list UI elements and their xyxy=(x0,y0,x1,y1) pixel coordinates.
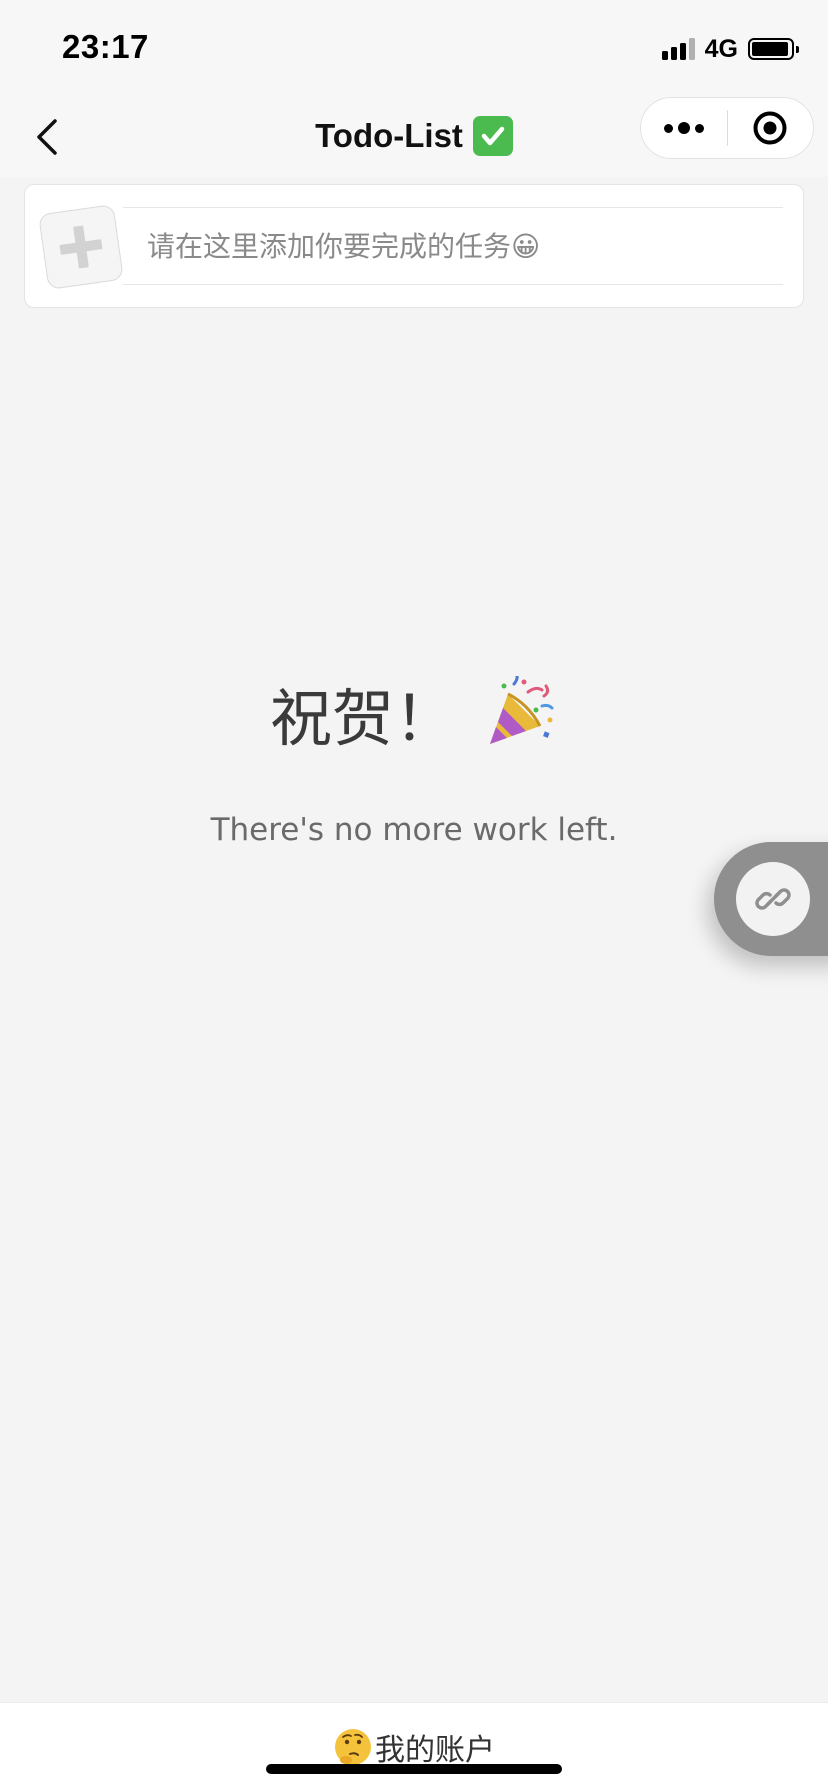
plus-icon xyxy=(59,225,103,269)
floating-link-circle xyxy=(736,862,810,936)
status-time: 23:17 xyxy=(62,28,149,65)
task-input[interactable] xyxy=(123,208,783,284)
bottom-tab-bar: 我的账户 xyxy=(0,1702,828,1792)
thinking-face-icon xyxy=(335,1729,371,1765)
my-account-tab[interactable]: 我的账户 xyxy=(0,1725,828,1769)
task-input-wrapper xyxy=(123,207,783,285)
party-popper-icon xyxy=(490,676,554,744)
floating-link-button[interactable] xyxy=(714,842,828,956)
add-task-button[interactable] xyxy=(38,204,124,290)
status-bar: 23:17 4G xyxy=(0,0,828,95)
empty-state-title: 祝贺！ xyxy=(0,668,828,758)
congrats-text: 祝贺！ xyxy=(269,682,456,755)
nav-bar: Todo-List xyxy=(0,95,828,177)
todo-screen: 23:17 4G Todo-List 请在这里添加你要完成的任务😀 祝贺！ Th… xyxy=(0,0,828,1792)
link-icon xyxy=(755,888,791,910)
status-indicators: 4G xyxy=(661,34,799,64)
battery-icon xyxy=(748,38,799,60)
add-task-card xyxy=(24,184,804,308)
network-type: 4G xyxy=(704,34,738,63)
more-dots-icon xyxy=(663,122,704,134)
check-mark-emoji-icon xyxy=(472,116,513,156)
signal-strength-icon xyxy=(661,38,695,60)
page-title-text: Todo-List xyxy=(315,117,463,154)
my-account-label: 我的账户 xyxy=(375,1733,495,1768)
empty-state-message: There's no more work left. xyxy=(210,812,618,848)
home-indicator xyxy=(266,1764,562,1774)
miniprogram-capsule xyxy=(640,97,814,159)
close-miniprogram-button[interactable] xyxy=(728,97,814,159)
more-button[interactable] xyxy=(641,97,727,159)
target-circle-icon xyxy=(753,111,787,145)
